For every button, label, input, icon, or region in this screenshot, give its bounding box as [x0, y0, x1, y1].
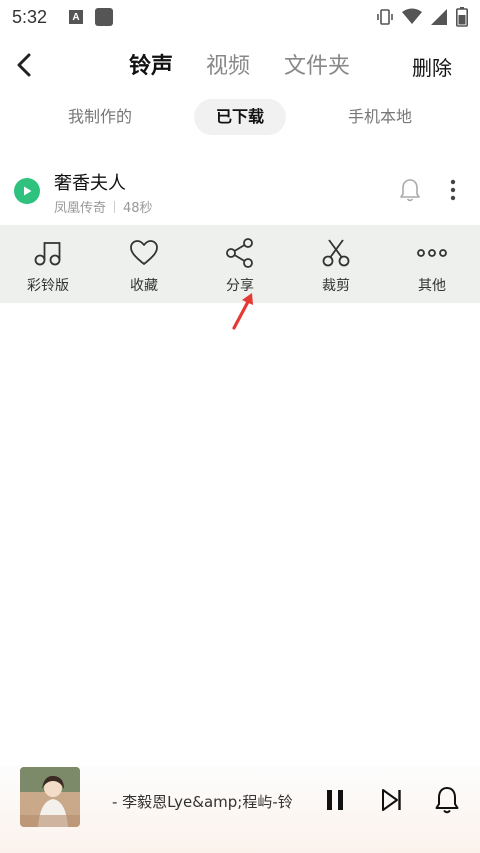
bell-icon[interactable]	[433, 785, 461, 815]
status-icons	[376, 7, 468, 27]
play-button[interactable]	[14, 178, 40, 204]
next-track-icon[interactable]	[378, 787, 404, 813]
more-horizontal-icon	[417, 249, 447, 257]
music-note-icon	[34, 242, 61, 266]
subtab-bar: 我制作的 已下载 手机本地	[0, 99, 480, 135]
action-favorite-button[interactable]: 收藏	[96, 225, 192, 303]
bell-icon[interactable]	[398, 177, 422, 203]
song-meta: 凤凰传奇 48秒	[54, 197, 153, 216]
battery-icon	[456, 7, 468, 27]
album-art-image	[20, 767, 80, 827]
meta-divider	[114, 200, 116, 213]
subtab-downloaded[interactable]: 已下载	[194, 99, 286, 135]
status-time: 5:32	[12, 6, 48, 27]
signal-icon	[431, 9, 447, 25]
subtab-phone-local[interactable]: 手机本地	[330, 99, 430, 135]
action-label: 裁剪	[322, 278, 350, 294]
action-label: 其他	[418, 278, 446, 294]
notification-a-icon: A	[69, 10, 84, 24]
tab-folder[interactable]: 文件夹	[284, 48, 350, 80]
vibrate-icon	[377, 9, 393, 25]
mini-player[interactable]: - 李毅恩Lye&amp;程屿-铃	[0, 765, 480, 853]
delete-button[interactable]: 删除	[412, 52, 452, 81]
play-icon	[24, 186, 32, 196]
status-bar: 5:32 A	[0, 0, 480, 34]
more-vertical-icon[interactable]	[446, 177, 460, 203]
action-color-ring-button[interactable]: 彩铃版	[0, 225, 96, 303]
now-playing-text: - 李毅恩Lye&amp;程屿-铃	[112, 793, 293, 811]
scissors-icon	[322, 239, 350, 267]
share-icon	[226, 238, 253, 268]
chevron-left-icon	[17, 53, 31, 77]
action-trim-button[interactable]: 裁剪	[288, 225, 384, 303]
list-item[interactable]: 奢香夫人 凤凰传奇 48秒	[0, 163, 480, 225]
album-art[interactable]	[20, 767, 80, 827]
song-artist: 凤凰传奇	[54, 201, 107, 216]
heart-icon	[130, 240, 158, 265]
back-button[interactable]	[10, 50, 38, 80]
action-label: 收藏	[130, 278, 158, 294]
song-title: 奢香夫人	[54, 173, 126, 194]
song-duration: 48秒	[123, 201, 153, 216]
red-arrow-annotation	[232, 293, 253, 330]
tab-ringtone[interactable]: 铃声	[129, 48, 173, 80]
tab-video[interactable]: 视频	[206, 48, 250, 80]
wifi-icon	[402, 8, 422, 24]
subtab-my-creations[interactable]: 我制作的	[48, 99, 152, 135]
notification-square-icon	[95, 8, 114, 26]
pause-icon[interactable]	[322, 787, 348, 813]
top-header: 铃声 视频 文件夹 删除	[0, 34, 480, 96]
action-label: 彩铃版	[27, 278, 69, 294]
action-more-button[interactable]: 其他	[384, 225, 480, 303]
